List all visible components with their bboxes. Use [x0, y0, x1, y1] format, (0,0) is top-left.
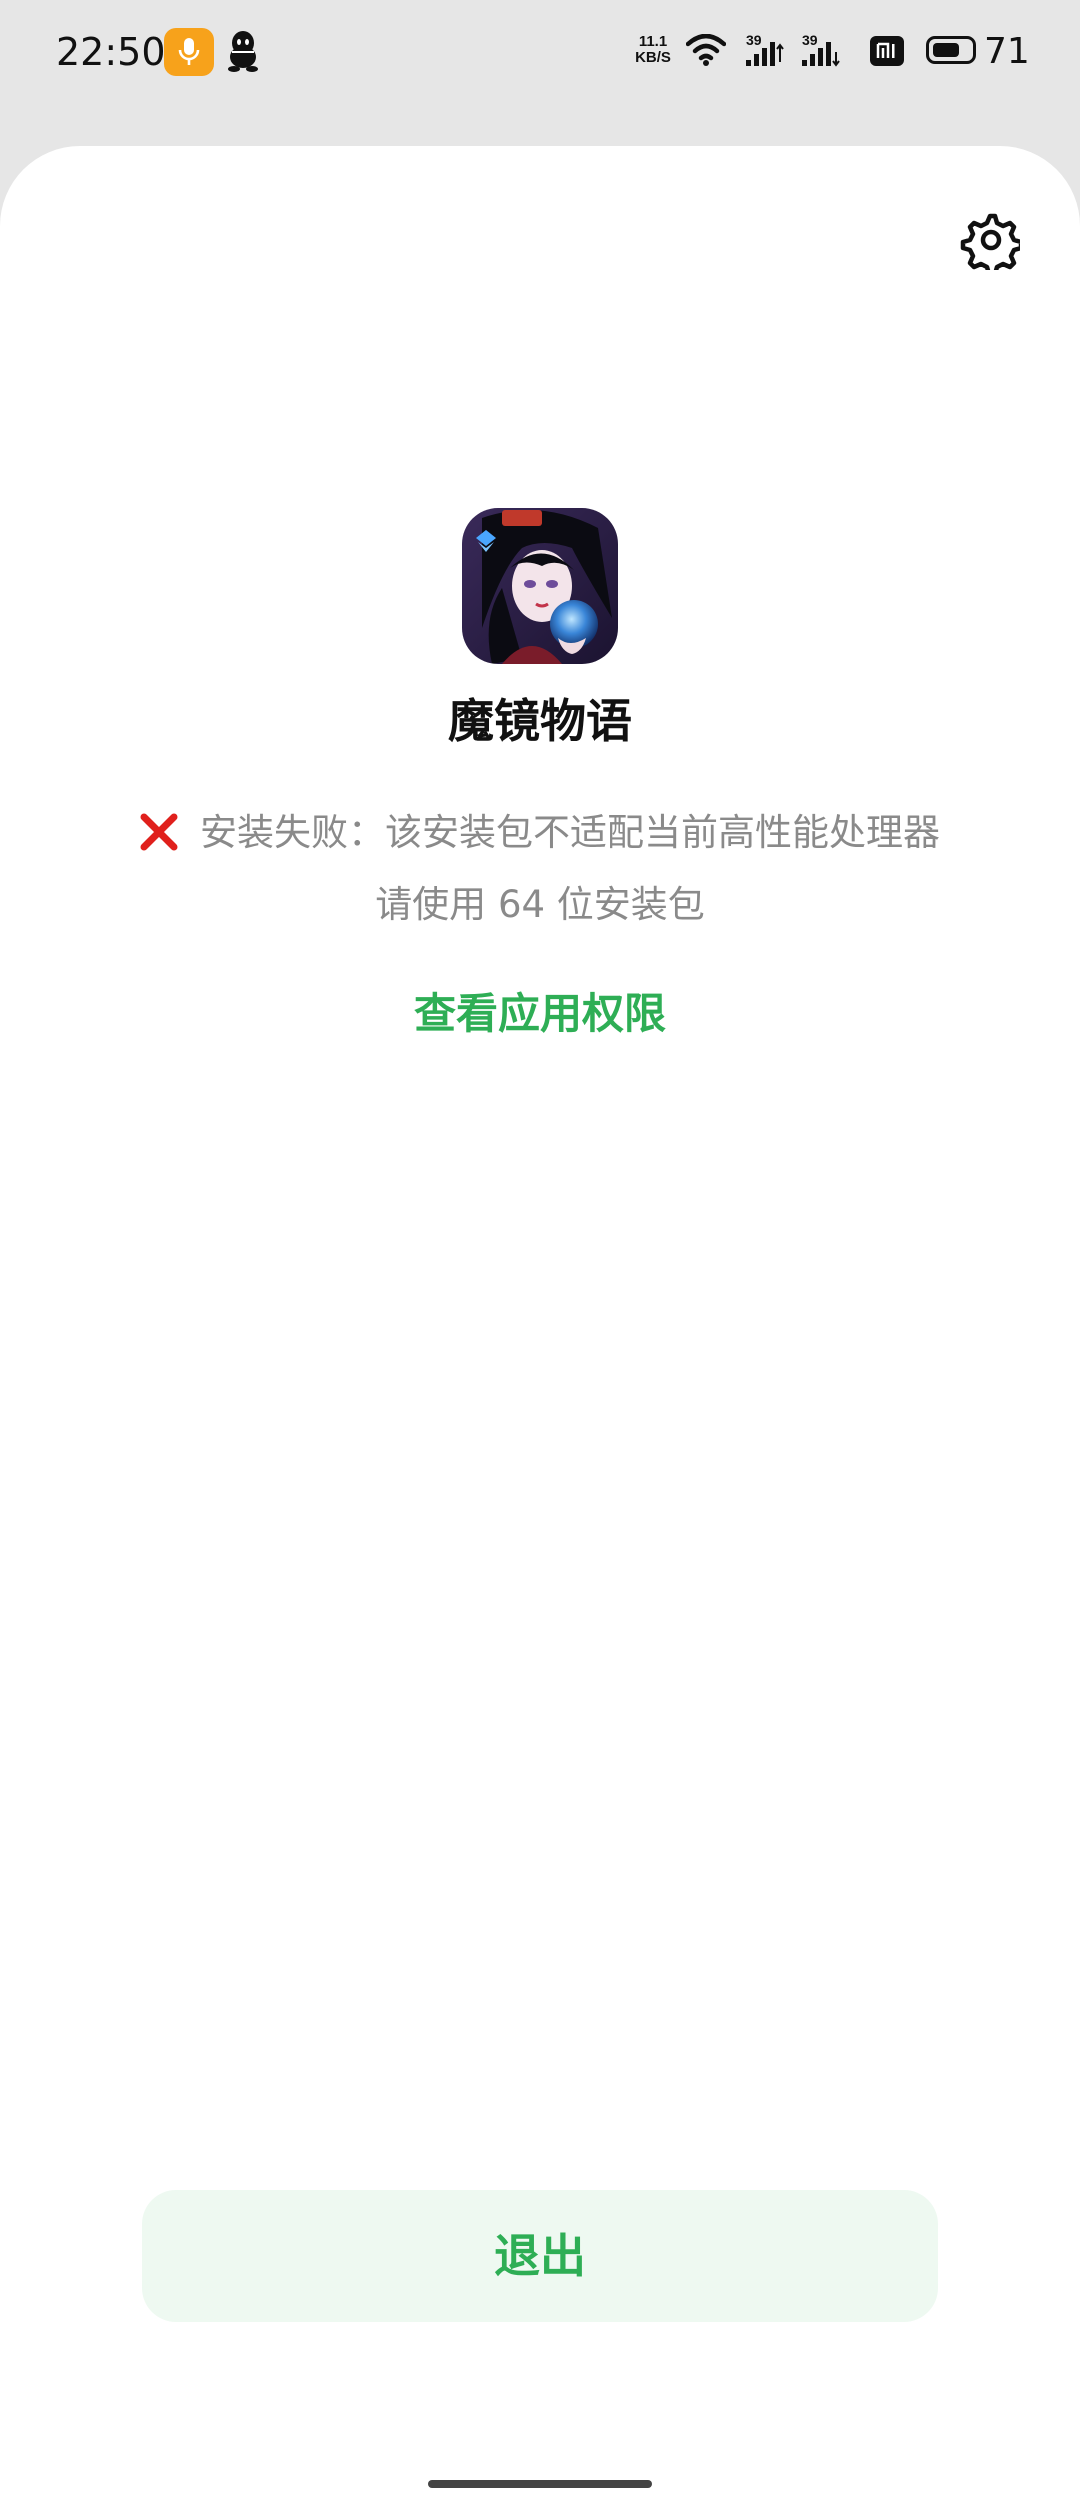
installer-sheet: 魔镜物语 安装失败：该安装包不适配当前高性能处理器 请使用 64 位安装包 查看… — [0, 146, 1080, 2520]
wifi-icon — [685, 33, 727, 70]
gear-icon[interactable] — [960, 210, 1024, 277]
network-speed-value: 11.1 — [638, 33, 668, 50]
app-icon — [462, 508, 618, 664]
status-time: 22:50 — [56, 30, 166, 74]
mi-icon — [870, 36, 904, 66]
signal-icon — [744, 32, 788, 72]
status-bar: 22:50 11.1 KB/S 39 39 71 — [0, 0, 1080, 110]
battery-level: 71 — [984, 31, 1030, 72]
error-line-2: 请使用 64 位安装包 — [375, 883, 705, 926]
exit-button[interactable]: 退出 — [142, 2190, 938, 2322]
qq-icon — [226, 30, 260, 76]
network-speed-unit: KB/S — [635, 49, 671, 66]
red-x-icon — [140, 806, 178, 872]
signal-icon — [800, 32, 844, 72]
view-permissions-link[interactable]: 查看应用权限 — [0, 984, 1080, 1044]
mic-icon — [164, 28, 214, 76]
app-name: 魔镜物语 — [448, 694, 632, 748]
error-line-1: 安装失败：该安装包不适配当前高性能处理器 — [200, 811, 940, 854]
install-error-message: 安装失败：该安装包不适配当前高性能处理器 请使用 64 位安装包 — [100, 800, 980, 938]
battery-icon — [926, 36, 976, 64]
error-line-1-row: 安装失败：该安装包不适配当前高性能处理器 — [100, 800, 980, 872]
home-indicator[interactable] — [428, 2480, 652, 2488]
network-speed: 11.1 KB/S — [630, 34, 676, 66]
battery-fill — [933, 43, 959, 57]
